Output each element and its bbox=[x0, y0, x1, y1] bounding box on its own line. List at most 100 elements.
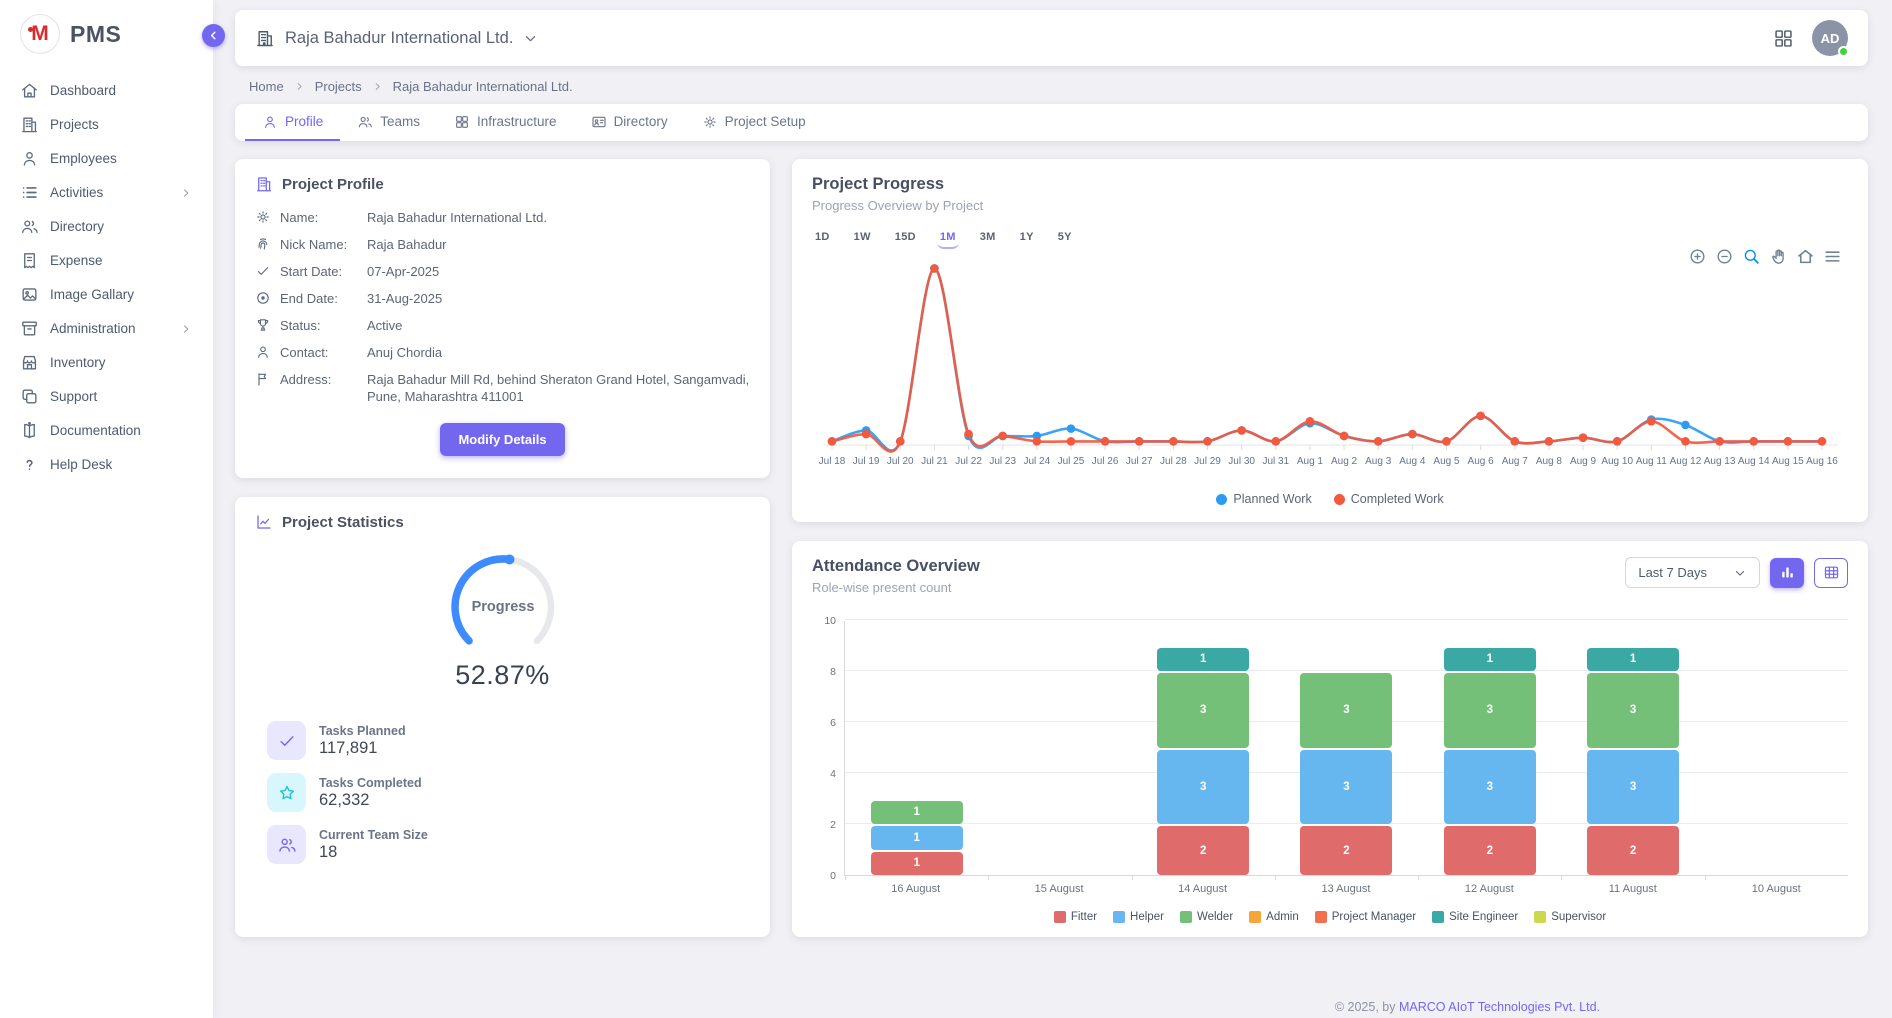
bar-segment-fitter[interactable]: 2 bbox=[1587, 826, 1679, 875]
stacked-bar[interactable]: 111 bbox=[871, 799, 963, 876]
bar-segment-helper[interactable]: 3 bbox=[1157, 750, 1249, 825]
legend-item[interactable]: Project Manager bbox=[1315, 911, 1416, 923]
stacked-bar[interactable]: 1332 bbox=[1444, 646, 1536, 876]
avatar-initials: AD bbox=[1821, 31, 1840, 46]
sidebar-collapse-button[interactable] bbox=[202, 24, 225, 47]
bar-segment-welder[interactable]: 1 bbox=[871, 801, 963, 825]
zoom-out-button[interactable] bbox=[1715, 247, 1734, 266]
bar-segment-fitter[interactable]: 2 bbox=[1444, 826, 1536, 875]
field-value: 07-Apr-2025 bbox=[367, 263, 750, 280]
legend-item[interactable]: Planned Work bbox=[1216, 492, 1311, 506]
profile-field: Name:Raja Bahadur International Ltd. bbox=[255, 209, 750, 226]
legend-item[interactable]: Helper bbox=[1113, 911, 1164, 923]
range-button-3m[interactable]: 3M bbox=[977, 229, 999, 249]
legend-item[interactable]: Admin bbox=[1249, 911, 1299, 923]
sidebar-item-expense[interactable]: Expense bbox=[10, 244, 203, 277]
bar-segment-site-engineer[interactable]: 1 bbox=[1157, 648, 1249, 672]
attendance-actions: Last 7 Days bbox=[1625, 557, 1848, 588]
legend-item[interactable]: Completed Work bbox=[1334, 492, 1444, 506]
bar-segment-welder[interactable]: 3 bbox=[1157, 673, 1249, 748]
range-button-1w[interactable]: 1W bbox=[851, 229, 874, 249]
sidebar-item-activities[interactable]: Activities bbox=[10, 176, 203, 209]
bar-slot-16-august: 111 bbox=[845, 621, 988, 875]
bar-segment-site-engineer[interactable]: 1 bbox=[1587, 648, 1679, 672]
tab-directory[interactable]: Directory bbox=[574, 104, 685, 141]
gear-icon bbox=[255, 209, 271, 225]
shortcuts-grid-button[interactable] bbox=[1773, 28, 1794, 49]
bar-segment-welder[interactable]: 3 bbox=[1444, 673, 1536, 748]
bar-segment-welder[interactable]: 3 bbox=[1587, 673, 1679, 748]
bar-segment-helper[interactable]: 3 bbox=[1444, 750, 1536, 825]
modify-details-button[interactable]: Modify Details bbox=[440, 423, 564, 456]
bar-segment-helper[interactable]: 3 bbox=[1587, 750, 1679, 825]
sidebar-item-support[interactable]: Support bbox=[10, 380, 203, 413]
sidebar-item-employees[interactable]: Employees bbox=[10, 142, 203, 175]
table-view-button[interactable] bbox=[1814, 558, 1848, 588]
stacked-bar[interactable]: 1332 bbox=[1587, 646, 1679, 876]
user-avatar[interactable]: AD bbox=[1812, 20, 1848, 56]
bar-view-button[interactable] bbox=[1770, 558, 1804, 588]
field-label: End Date: bbox=[280, 290, 358, 307]
bar-segment-fitter[interactable]: 2 bbox=[1157, 826, 1249, 875]
tab-project-setup[interactable]: Project Setup bbox=[685, 104, 823, 141]
store-icon bbox=[20, 353, 39, 372]
sidebar-item-administration[interactable]: Administration bbox=[10, 312, 203, 345]
sidebar-item-directory[interactable]: Directory bbox=[10, 210, 203, 243]
range-button-1y[interactable]: 1Y bbox=[1017, 229, 1037, 249]
menu-button[interactable] bbox=[1823, 247, 1842, 266]
breadcrumb-item[interactable]: Projects bbox=[315, 79, 362, 94]
company-selector[interactable]: Raja Bahadur International Ltd. bbox=[255, 28, 538, 48]
zoom-in-button[interactable] bbox=[1688, 247, 1707, 266]
period-dropdown[interactable]: Last 7 Days bbox=[1625, 557, 1760, 588]
x-tick bbox=[1418, 875, 1419, 880]
svg-text:Aug 1: Aug 1 bbox=[1297, 456, 1324, 467]
breadcrumb-item[interactable]: Home bbox=[249, 79, 284, 94]
breadcrumb-item[interactable]: Raja Bahadur International Ltd. bbox=[393, 79, 573, 94]
range-button-5y[interactable]: 5Y bbox=[1055, 229, 1075, 249]
project-statistics-title: Project Statistics bbox=[255, 513, 750, 531]
app-logo[interactable]: M PMS bbox=[0, 0, 213, 70]
legend-label: Helper bbox=[1130, 911, 1164, 923]
menu-icon bbox=[1823, 247, 1842, 266]
idcard-icon bbox=[591, 114, 607, 130]
sidebar-item-inventory[interactable]: Inventory bbox=[10, 346, 203, 379]
range-button-15d[interactable]: 15D bbox=[892, 229, 919, 249]
legend-item[interactable]: Site Engineer bbox=[1432, 911, 1518, 923]
svg-text:Jul 18: Jul 18 bbox=[819, 456, 846, 467]
bar-segment-fitter[interactable]: 2 bbox=[1300, 826, 1392, 875]
stacked-bar[interactable]: 1332 bbox=[1157, 646, 1249, 876]
bar-segment-fitter[interactable]: 1 bbox=[871, 852, 963, 876]
sidebar-item-projects[interactable]: Projects bbox=[10, 108, 203, 141]
legend-item[interactable]: Fitter bbox=[1054, 911, 1097, 923]
svg-text:Aug 14: Aug 14 bbox=[1738, 456, 1770, 467]
project-profile-title: Project Profile bbox=[255, 175, 750, 193]
tab-profile[interactable]: Profile bbox=[245, 104, 340, 141]
legend-dot bbox=[1334, 494, 1345, 505]
home-reset-button[interactable] bbox=[1796, 247, 1815, 266]
selection-zoom-button[interactable] bbox=[1742, 247, 1761, 266]
range-button-1m[interactable]: 1M bbox=[937, 229, 959, 249]
pan-button[interactable] bbox=[1769, 247, 1788, 266]
sidebar-item-dashboard[interactable]: Dashboard bbox=[10, 74, 203, 107]
bar-segment-helper[interactable]: 1 bbox=[871, 826, 963, 850]
field-label: Start Date: bbox=[280, 263, 358, 280]
legend-item[interactable]: Supervisor bbox=[1534, 911, 1606, 923]
bar-segment-helper[interactable]: 3 bbox=[1300, 750, 1392, 825]
tab-label: Directory bbox=[614, 114, 668, 129]
tab-infrastructure[interactable]: Infrastructure bbox=[437, 104, 574, 141]
svg-text:Aug 13: Aug 13 bbox=[1704, 456, 1736, 467]
book-icon bbox=[20, 421, 39, 440]
tab-teams[interactable]: Teams bbox=[340, 104, 437, 141]
bar-segment-site-engineer[interactable]: 1 bbox=[1444, 648, 1536, 672]
sidebar-menu: DashboardProjectsEmployeesActivitiesDire… bbox=[0, 70, 213, 486]
sidebar-item-label: Inventory bbox=[50, 355, 193, 370]
stacked-bar[interactable]: 332 bbox=[1300, 671, 1392, 875]
footer-company-link[interactable]: MARCO AIoT Technologies Pvt. Ltd. bbox=[1399, 1000, 1600, 1014]
user-icon bbox=[20, 149, 39, 168]
legend-item[interactable]: Welder bbox=[1180, 911, 1233, 923]
sidebar-item-image-gallary[interactable]: Image Gallary bbox=[10, 278, 203, 311]
bar-segment-welder[interactable]: 3 bbox=[1300, 673, 1392, 748]
sidebar-item-documentation[interactable]: Documentation bbox=[10, 414, 203, 447]
range-button-1d[interactable]: 1D bbox=[812, 229, 833, 249]
sidebar-item-help-desk[interactable]: Help Desk bbox=[10, 448, 203, 481]
